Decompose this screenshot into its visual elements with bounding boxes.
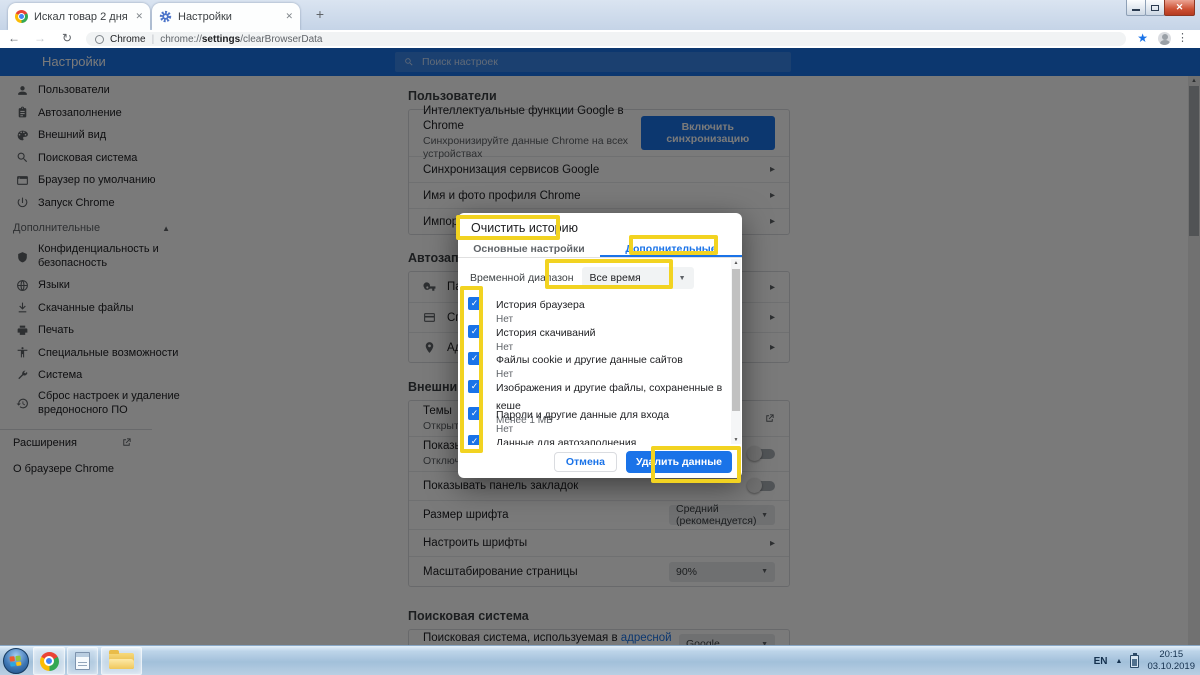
windows-taskbar: EN ▲ 20:15 03.10.2019 [0, 645, 1200, 675]
scroll-down-icon[interactable]: ▼ [731, 436, 741, 444]
hidden-icons-chevron-icon[interactable]: ▲ [1116, 658, 1123, 665]
folder-icon [109, 650, 134, 669]
tab-close-icon[interactable]: ✕ [135, 11, 143, 22]
window-controls: ✕ [1126, 0, 1195, 16]
highlight-checkbox-column [460, 286, 483, 453]
notepad-icon [75, 652, 90, 670]
url-text: chrome://settings/clearBrowserData [160, 33, 323, 45]
scroll-up-icon[interactable]: ▲ [731, 259, 741, 267]
scrollbar-thumb[interactable] [732, 269, 740, 411]
profile-avatar[interactable] [1158, 32, 1171, 45]
tab-title: Настройки [178, 10, 232, 23]
browser-menu-icon[interactable]: ⋮ [1177, 31, 1188, 44]
highlight-dialog-title [456, 215, 560, 240]
bookmark-star-icon[interactable]: ★ [1137, 31, 1148, 45]
tab-strip: Искал товар 2 дня назад - чист... ✕ Наст… [0, 0, 1200, 30]
browser-tab-settings[interactable]: Настройки ✕ [152, 3, 300, 30]
taskbar-explorer-button[interactable] [101, 647, 142, 675]
clock-date: 03.10.2019 [1147, 661, 1195, 672]
checkbox-row-autofill-data: ✓ Данные для автозаполнения [458, 433, 742, 445]
highlight-time-range [545, 259, 673, 289]
close-button[interactable]: ✕ [1164, 0, 1195, 16]
language-indicator[interactable]: EN [1094, 656, 1108, 667]
clock-time: 20:15 [1159, 648, 1184, 660]
taskbar-chrome-button[interactable] [33, 647, 65, 675]
battery-icon[interactable] [1130, 652, 1140, 668]
reload-button[interactable]: ↻ [57, 30, 77, 48]
start-button[interactable] [3, 648, 29, 674]
tab-title: Искал товар 2 дня назад - чист... [34, 10, 129, 23]
chevron-down-icon: ▼ [678, 274, 686, 282]
checkbox-row-cached-files: ✓ Изображения и другие файлы, сохраненны… [458, 378, 742, 426]
settings-gear-favicon-icon [159, 10, 172, 23]
dialog-scrollbar[interactable]: ▲ ▼ [731, 259, 741, 444]
chrome-favicon-icon [15, 10, 28, 23]
taskbar-clock[interactable]: 20:15 03.10.2019 [1147, 649, 1195, 674]
highlight-advanced-tab [629, 235, 718, 255]
cancel-button[interactable]: Отмена [553, 451, 617, 472]
browser-toolbar: ← → ↻ Chrome | chrome://settings/clearBr… [0, 30, 1200, 48]
taskbar-notepad-button[interactable] [67, 647, 98, 675]
system-tray: EN ▲ 20:15 03.10.2019 [1094, 646, 1195, 675]
forward-button: → [34, 31, 46, 45]
minimize-button[interactable] [1126, 0, 1146, 16]
back-button[interactable]: ← [4, 30, 24, 48]
address-bar[interactable]: Chrome | chrome://settings/clearBrowserD… [86, 32, 1126, 46]
browser-tab-1[interactable]: Искал товар 2 дня назад - чист... ✕ [8, 3, 150, 30]
checkbox-row-browsing-history: ✓ История браузера Нет [458, 295, 742, 325]
page-info-icon[interactable] [95, 34, 104, 44]
tab-basic[interactable]: Основные настройки [458, 240, 600, 257]
checkbox-row-download-history: ✓ История скачиваний Нет [458, 323, 742, 353]
chrome-icon [39, 651, 59, 671]
url-app-label: Chrome [110, 33, 146, 45]
checkbox-row-cookies: ✓ Файлы cookie и другие данные сайтов Нет [458, 350, 742, 380]
windows-logo-icon [9, 655, 22, 667]
tab-close-icon[interactable]: ✕ [285, 11, 293, 22]
highlight-delete-button [651, 446, 741, 483]
new-tab-button[interactable]: + [308, 6, 332, 24]
maximize-button[interactable] [1145, 0, 1165, 16]
